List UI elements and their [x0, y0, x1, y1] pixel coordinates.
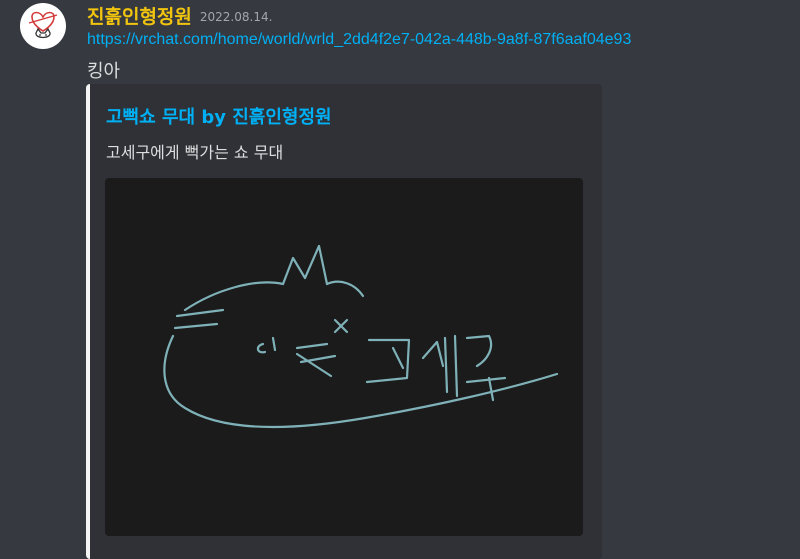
message-header: 진흙인형정원 2022.08.14.: [87, 2, 272, 28]
author-name[interactable]: 진흙인형정원: [87, 6, 192, 28]
embed-image[interactable]: [105, 178, 583, 536]
message-text: 킹아: [87, 61, 121, 82]
embed-title[interactable]: 고뻑쇼 무대 by 진흙인형정원: [106, 103, 332, 129]
cat-doodle-drawing: [163, 244, 559, 429]
message-timestamp: 2022.08.14.: [199, 10, 273, 24]
link-embed: 고뻑쇼 무대 by 진흙인형정원 고세구에게 뻑가는 쇼 무대: [86, 84, 602, 559]
avatar-doodle-icon: [28, 11, 58, 39]
world-link[interactable]: https://vrchat.com/home/world/wrld_2dd4f…: [87, 31, 631, 49]
avatar[interactable]: [20, 3, 66, 49]
embed-description: 고세구에게 뻑가는 쇼 무대: [106, 143, 284, 162]
